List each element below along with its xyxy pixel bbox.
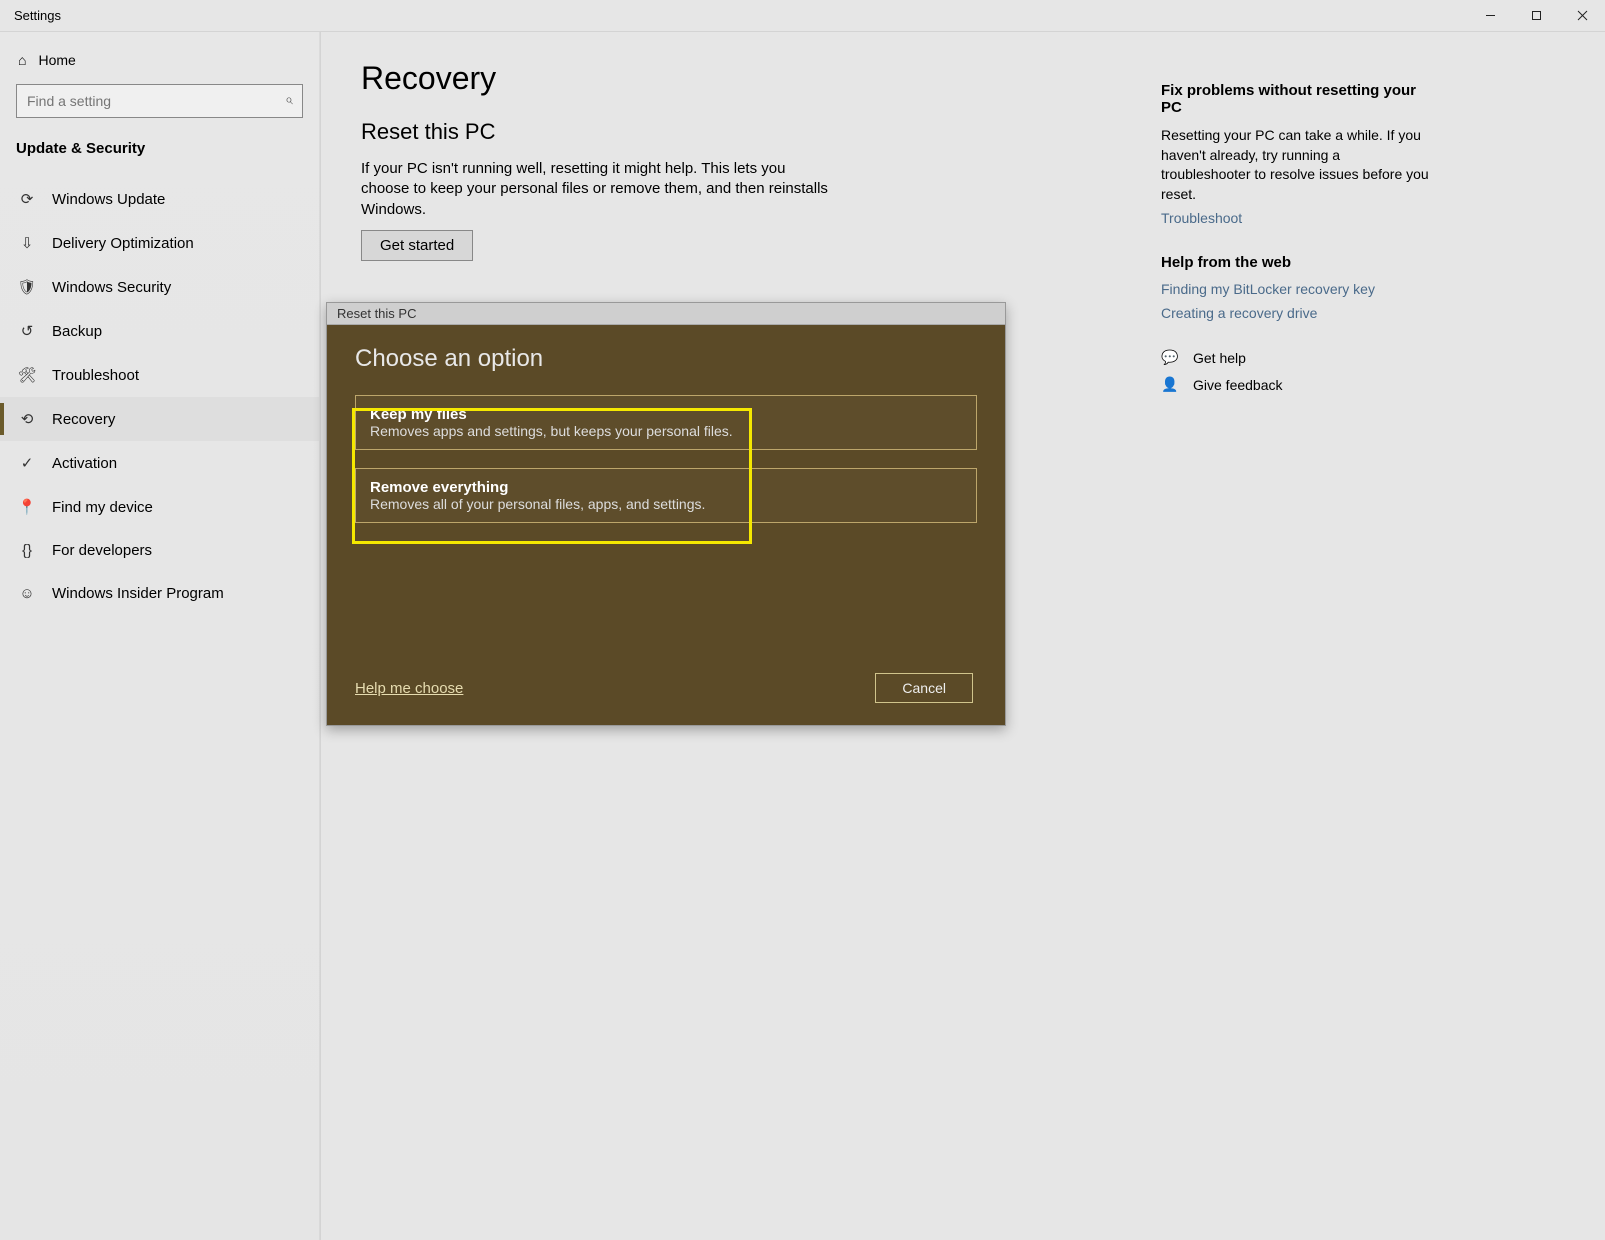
sidebar-item-label: Troubleshoot	[52, 367, 139, 384]
bitlocker-link[interactable]: Finding my BitLocker recovery key	[1161, 281, 1431, 297]
sidebar-item-label: Recovery	[52, 411, 115, 428]
page-title: Recovery	[361, 60, 1081, 97]
sidebar: ⌂ Home ⌕ Update & Security ⟳ Windows Upd…	[0, 32, 320, 1240]
fix-title: Fix problems without resetting your PC	[1161, 82, 1431, 116]
sidebar-category: Update & Security	[0, 132, 319, 169]
sidebar-item-find-my-device[interactable]: 📍 Find my device	[0, 485, 319, 529]
sidebar-home[interactable]: ⌂ Home	[0, 32, 319, 84]
option-keep-my-files[interactable]: Keep my files Removes apps and settings,…	[355, 395, 977, 450]
sidebar-item-label: Windows Insider Program	[52, 585, 224, 602]
search-icon: ⌕	[285, 91, 293, 108]
help-web-title: Help from the web	[1161, 254, 1431, 271]
option-description: Removes all of your personal files, apps…	[370, 496, 962, 512]
sidebar-item-label: Delivery Optimization	[52, 235, 194, 252]
minimize-button[interactable]	[1467, 0, 1513, 31]
get-started-button[interactable]: Get started	[361, 230, 473, 261]
reset-description: If your PC isn't running well, resetting…	[361, 159, 831, 220]
give-feedback-row[interactable]: 👤 Give feedback	[1161, 376, 1431, 393]
home-icon: ⌂	[18, 52, 26, 68]
help-icon: 💬	[1161, 349, 1179, 366]
fix-description: Resetting your PC can take a while. If y…	[1161, 126, 1431, 204]
check-icon: ✓	[18, 454, 36, 472]
help-me-choose-link[interactable]: Help me choose	[355, 680, 463, 697]
location-icon: 📍	[18, 498, 36, 516]
developer-icon: {}	[18, 542, 36, 559]
reset-heading: Reset this PC	[361, 119, 1081, 145]
sidebar-item-label: Windows Security	[52, 279, 171, 296]
search-input[interactable]	[16, 84, 303, 118]
backup-icon: ↺	[18, 322, 36, 340]
titlebar: Settings	[0, 0, 1605, 32]
option-description: Removes apps and settings, but keeps you…	[370, 423, 962, 439]
sidebar-item-label: Find my device	[52, 499, 153, 516]
shield-icon: 🛡	[18, 278, 36, 296]
feedback-icon: 👤	[1161, 376, 1179, 393]
sidebar-item-insider[interactable]: ☺ Windows Insider Program	[0, 572, 319, 615]
get-help-row[interactable]: 💬 Get help	[1161, 349, 1431, 366]
sidebar-home-label: Home	[38, 52, 75, 68]
maximize-button[interactable]	[1513, 0, 1559, 31]
option-title: Remove everything	[370, 479, 962, 496]
sidebar-item-label: Activation	[52, 455, 117, 472]
sidebar-item-troubleshoot[interactable]: 🛠 Troubleshoot	[0, 353, 319, 397]
sidebar-item-delivery-optimization[interactable]: ⇩ Delivery Optimization	[0, 221, 319, 265]
reset-pc-dialog: Reset this PC Choose an option Keep my f…	[326, 302, 1006, 726]
recovery-drive-link[interactable]: Creating a recovery drive	[1161, 305, 1431, 321]
close-button[interactable]	[1559, 0, 1605, 31]
sidebar-item-activation[interactable]: ✓ Activation	[0, 441, 319, 485]
troubleshoot-link[interactable]: Troubleshoot	[1161, 210, 1431, 226]
sidebar-item-windows-security[interactable]: 🛡 Windows Security	[0, 265, 319, 309]
sidebar-item-label: For developers	[52, 542, 152, 559]
sidebar-item-recovery[interactable]: ⟲ Recovery	[0, 397, 319, 441]
sidebar-item-label: Windows Update	[52, 191, 165, 208]
sidebar-item-windows-update[interactable]: ⟳ Windows Update	[0, 177, 319, 221]
cancel-button[interactable]: Cancel	[875, 673, 973, 703]
wrench-icon: 🛠	[18, 366, 36, 384]
option-remove-everything[interactable]: Remove everything Removes all of your pe…	[355, 468, 977, 523]
dialog-titlebar: Reset this PC	[327, 303, 1005, 325]
sync-icon: ⟳	[18, 190, 36, 208]
dialog-heading: Choose an option	[355, 345, 977, 373]
give-feedback-label: Give feedback	[1193, 377, 1283, 393]
insider-icon: ☺	[18, 585, 36, 602]
recovery-icon: ⟲	[18, 410, 36, 428]
download-icon: ⇩	[18, 234, 36, 252]
get-help-label: Get help	[1193, 350, 1246, 366]
sidebar-item-for-developers[interactable]: {} For developers	[0, 529, 319, 572]
option-title: Keep my files	[370, 406, 962, 423]
sidebar-item-label: Backup	[52, 323, 102, 340]
window-title: Settings	[14, 8, 61, 23]
sidebar-item-backup[interactable]: ↺ Backup	[0, 309, 319, 353]
